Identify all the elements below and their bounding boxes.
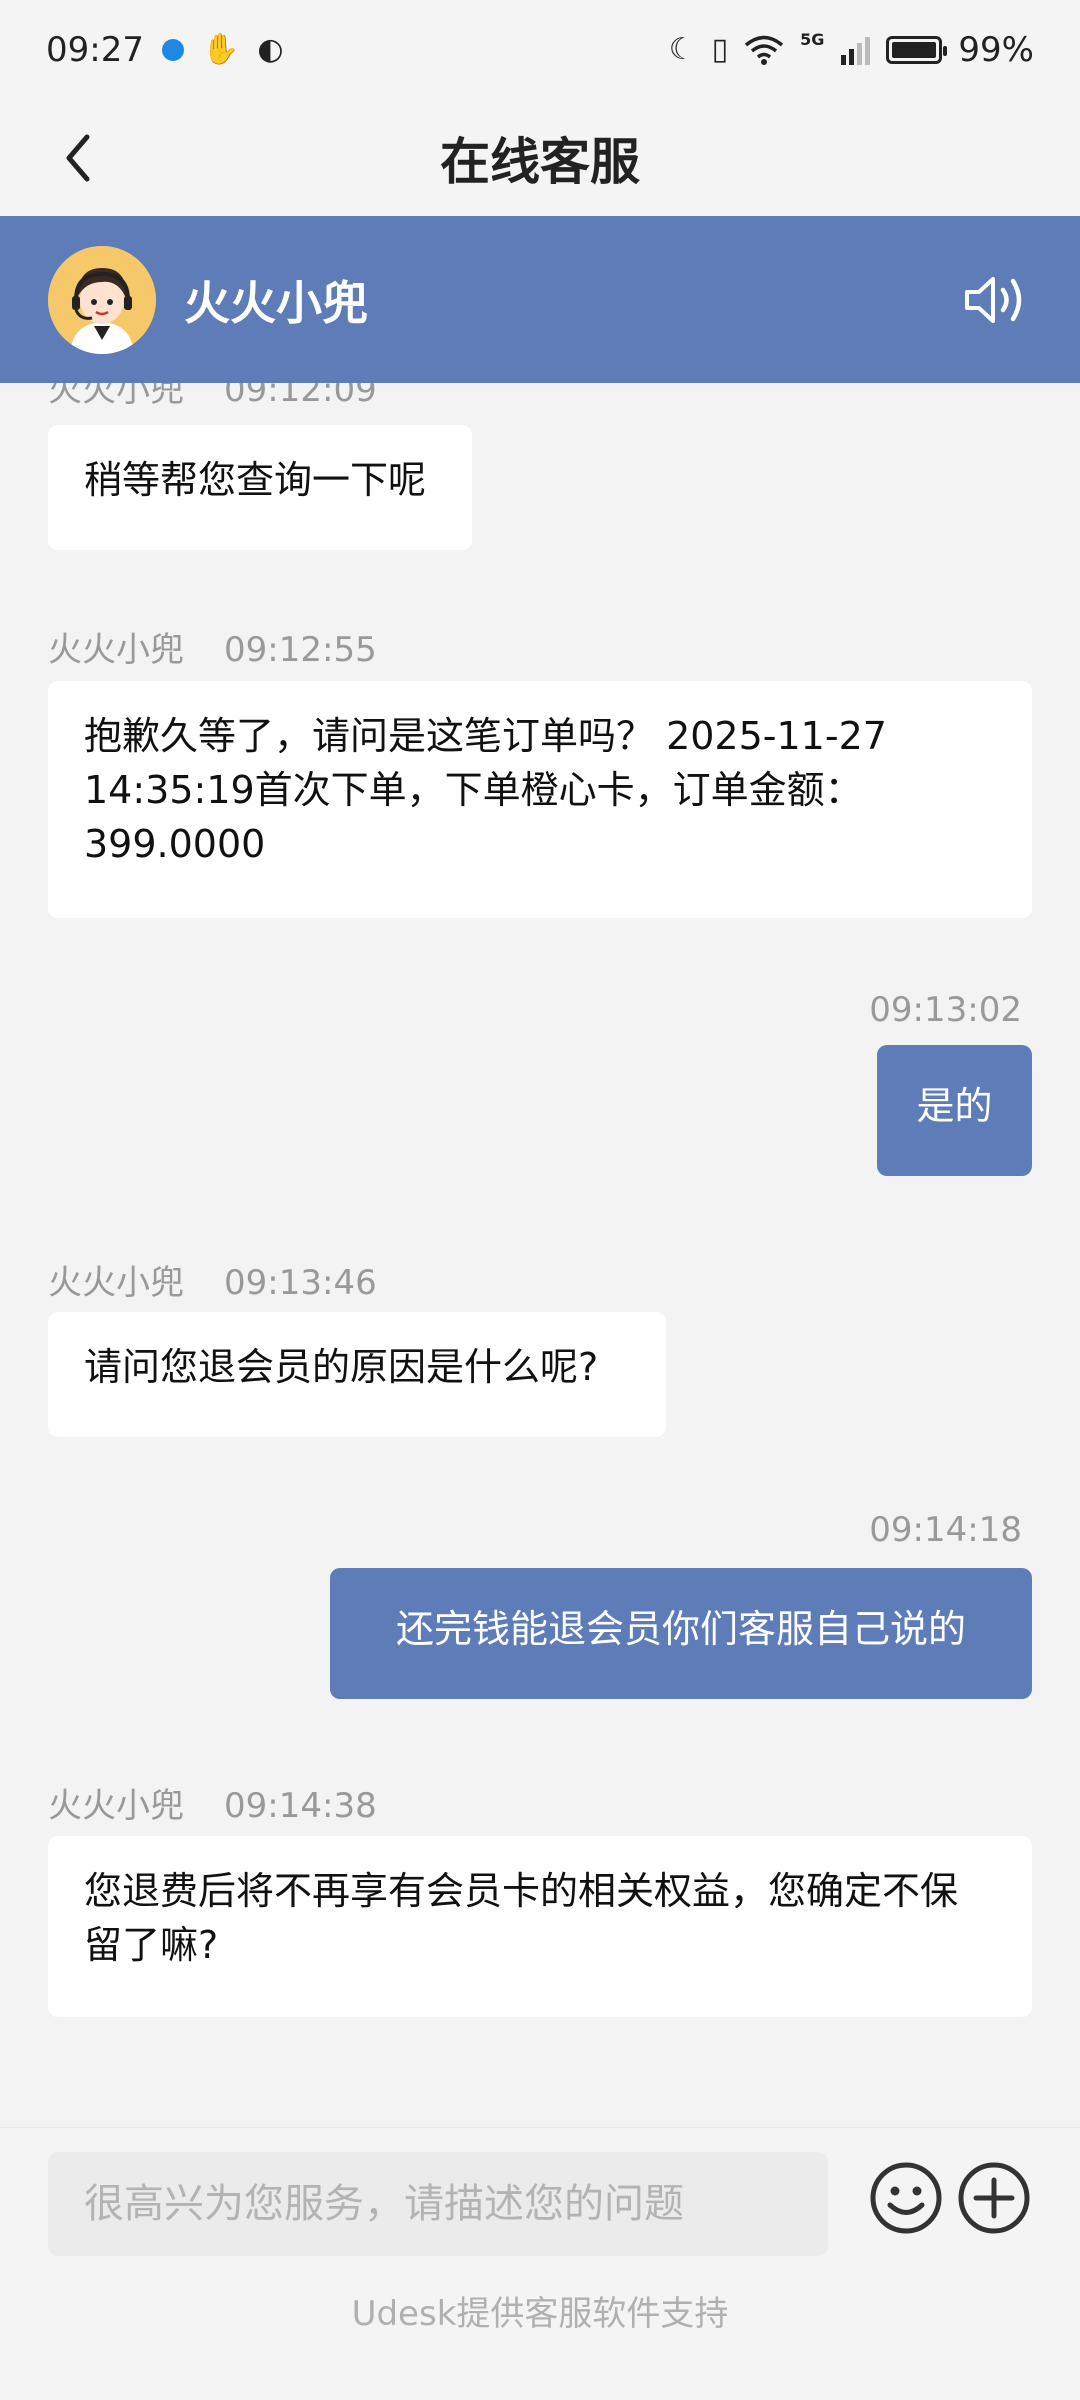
- message-time: 09:14:18: [869, 1510, 1022, 1550]
- message-time: 09:14:38: [224, 1786, 377, 1826]
- message-meta: 火火小兜 09:14:38: [48, 1778, 377, 1827]
- battery-percent: 99%: [958, 30, 1034, 70]
- emoji-button[interactable]: [868, 2160, 944, 2236]
- message-text-line: 14:35:19首次下单，下单橙心卡，订单金额：: [84, 768, 863, 812]
- message-text-line: 399.0000: [84, 822, 266, 866]
- speaker-button[interactable]: [962, 265, 1032, 335]
- message-time: 09:12:09: [224, 383, 377, 410]
- message-text: 还完钱能退会员你们客服自己说的: [395, 1607, 966, 1651]
- status-left: 09:27 ✋ ◐: [46, 30, 284, 70]
- message-bubble: 您退费后将不再享有会员卡的相关权益，您确定不保 留了嘛?: [48, 1836, 1032, 2017]
- message-text: 请问您退会员的原因是什么呢?: [84, 1345, 599, 1389]
- status-time: 09:27: [46, 30, 144, 70]
- back-button[interactable]: [50, 130, 106, 186]
- status-bar: 09:27 ✋ ◐ ☾ ▯ 5G 99%: [0, 0, 1080, 100]
- message-meta: 09:14:18: [869, 1510, 1022, 1550]
- message-bubble-mine: 还完钱能退会员你们客服自己说的: [330, 1568, 1032, 1699]
- smiley-icon: [870, 2162, 942, 2234]
- vibrate-icon: ▯: [711, 32, 729, 67]
- message-meta: 火火小兜 09:12:55: [48, 622, 377, 671]
- message-meta: 火火小兜 09:12:09: [48, 383, 377, 411]
- nav-bar: 在线客服: [0, 100, 1080, 216]
- message-time: 09:12:55: [224, 630, 377, 670]
- powered-by-text: Udesk提供客服软件支持: [351, 2294, 729, 2334]
- input-bar: Udesk提供客服软件支持: [0, 2127, 1080, 2400]
- message-time: 09:13:46: [224, 1263, 377, 1303]
- signal-icon: [841, 37, 871, 65]
- status-right: ☾ ▯ 5G 99%: [669, 30, 1034, 70]
- battery-fill: [892, 42, 936, 58]
- chevron-left-icon: [66, 134, 90, 182]
- message-bubble: 请问您退会员的原因是什么呢?: [48, 1312, 666, 1437]
- customer-service-avatar-icon: [48, 245, 156, 354]
- agent-avatar: [48, 245, 156, 354]
- wifi-icon: [745, 35, 784, 65]
- speaker-icon: [965, 276, 1022, 323]
- plus-circle-icon: [958, 2162, 1030, 2234]
- sender-name: 火火小兜: [48, 383, 184, 410]
- message-text: 稍等帮您查询一下呢: [84, 458, 427, 502]
- message-bubble: 抱歉久等了，请问是这笔订单吗？ 2025-11-27 14:35:19首次下单，…: [48, 681, 1032, 918]
- message-meta: 火火小兜 09:13:46: [48, 1255, 377, 1304]
- hand-icon: ✋: [201, 32, 240, 67]
- message-bubble: 稍等帮您查询一下呢: [48, 425, 472, 550]
- agent-name: 火火小兜: [184, 275, 368, 330]
- sender-name: 火火小兜: [48, 1263, 184, 1303]
- message-text-line: 您退费后将不再享有会员卡的相关权益，您确定不保: [84, 1869, 959, 1913]
- message-meta: 09:13:02: [869, 990, 1022, 1030]
- message-text-line: 留了嘛?: [84, 1923, 219, 1967]
- message-text: 是的: [916, 1084, 993, 1128]
- more-button[interactable]: [956, 2160, 1032, 2236]
- message-bubble-mine: 是的: [877, 1045, 1032, 1176]
- battery-icon: [886, 36, 948, 64]
- chat-area[interactable]: 火火小兜 09:12:09 稍等帮您查询一下呢 火火小兜 09:12:55 抱歉久等…: [0, 383, 1080, 2127]
- message-time: 09:13:02: [869, 990, 1022, 1030]
- page-title: 在线客服: [440, 133, 640, 191]
- app-notification-icon: [161, 39, 184, 61]
- message-text-line: 抱歉久等了，请问是这笔订单吗？ 2025-11-27: [84, 714, 887, 758]
- do-not-disturb-icon: ☾: [668, 32, 696, 67]
- sender-name: 火火小兜: [48, 1786, 184, 1826]
- message-input[interactable]: [48, 2152, 828, 2256]
- sender-name: 火火小兜: [48, 630, 184, 670]
- agent-header: 火火小兜: [0, 216, 1080, 383]
- network-type: 5G: [800, 30, 825, 49]
- moon-app-icon: ◐: [257, 32, 284, 67]
